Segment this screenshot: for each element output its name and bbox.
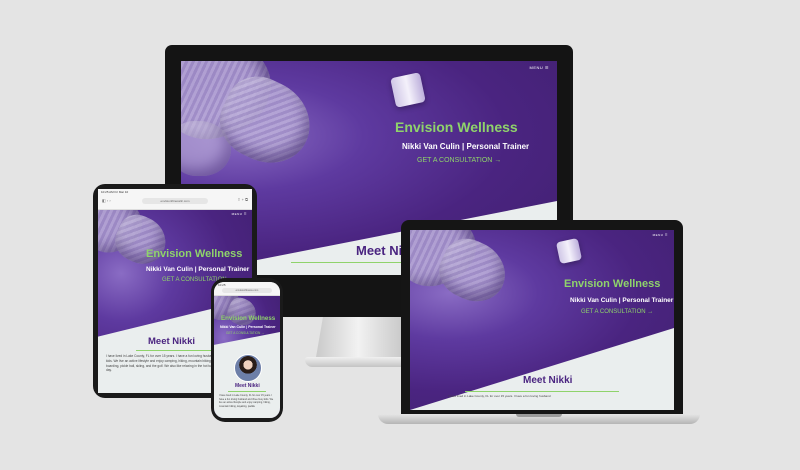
phone-device: 10:25 envisionfitness.com Envision Welln…: [211, 278, 283, 422]
heading-divider: [228, 391, 266, 392]
water-bottle-image: [555, 237, 583, 265]
menu-button[interactable]: MENU ☰: [530, 65, 549, 70]
menu-button[interactable]: MENU ☰: [653, 233, 668, 237]
menu-button[interactable]: MENU ☰: [232, 212, 247, 216]
browser-toolbar: 10:25 AM Fri Mar 10 ◧ ‹ › envisionfitnes…: [98, 189, 252, 210]
laptop-bezel: MENU ☰ Envision Wellness Nikki Van Culin…: [401, 220, 683, 414]
laptop-device: MENU ☰ Envision Wellness Nikki Van Culin…: [378, 220, 700, 432]
toolbar-icons[interactable]: ◧ ‹ ›: [102, 198, 111, 203]
hero-title: Envision Wellness: [146, 248, 243, 260]
bio-text: I have lived in Lake County, FL for over…: [219, 394, 274, 408]
status-time: 10:25: [218, 283, 226, 287]
meet-heading: Meet Nikki: [148, 336, 195, 347]
meet-heading: Meet Nikki: [523, 375, 573, 386]
consultation-link[interactable]: GET A CONSULTATION →: [417, 157, 501, 164]
consultation-link[interactable]: GET A CONSULTATION →: [226, 331, 264, 335]
consultation-link[interactable]: GET A CONSULTATION →: [581, 309, 653, 315]
laptop-screen: MENU ☰ Envision Wellness Nikki Van Culin…: [410, 230, 674, 410]
browser-toolbar: 10:25 envisionfitness.com: [214, 282, 280, 296]
hero-subtitle: Nikki Van Culin | Personal Trainer: [146, 266, 250, 273]
water-bottle-image: [390, 72, 426, 108]
status-time: 10:25 AM Fri Mar 10: [101, 190, 129, 194]
share-icon[interactable]: ⇪ + ⧉: [237, 197, 248, 202]
meet-heading: Meet Nikki: [235, 383, 260, 389]
hero-subtitle: Nikki Van Culin | Personal Trainer: [220, 325, 276, 329]
laptop-notch: [516, 414, 562, 417]
profile-avatar: [234, 354, 262, 382]
phone-screen: 10:25 envisionfitness.com Envision Welln…: [214, 282, 280, 418]
url-bar[interactable]: envisionfitness.com: [222, 288, 272, 293]
heading-divider: [136, 350, 216, 351]
hero-title: Envision Wellness: [395, 119, 518, 135]
url-bar[interactable]: envisionfitnessllc.com: [142, 198, 208, 204]
hero-title: Envision Wellness: [221, 315, 276, 322]
heading-divider: [465, 391, 619, 392]
bio-text: I have lived in Lake County, FL for over…: [448, 394, 551, 398]
hero-subtitle: Nikki Van Culin | Personal Trainer: [402, 142, 530, 151]
hero-subtitle: Nikki Van Culin | Personal Trainer: [570, 297, 674, 304]
hero-title: Envision Wellness: [564, 278, 661, 290]
